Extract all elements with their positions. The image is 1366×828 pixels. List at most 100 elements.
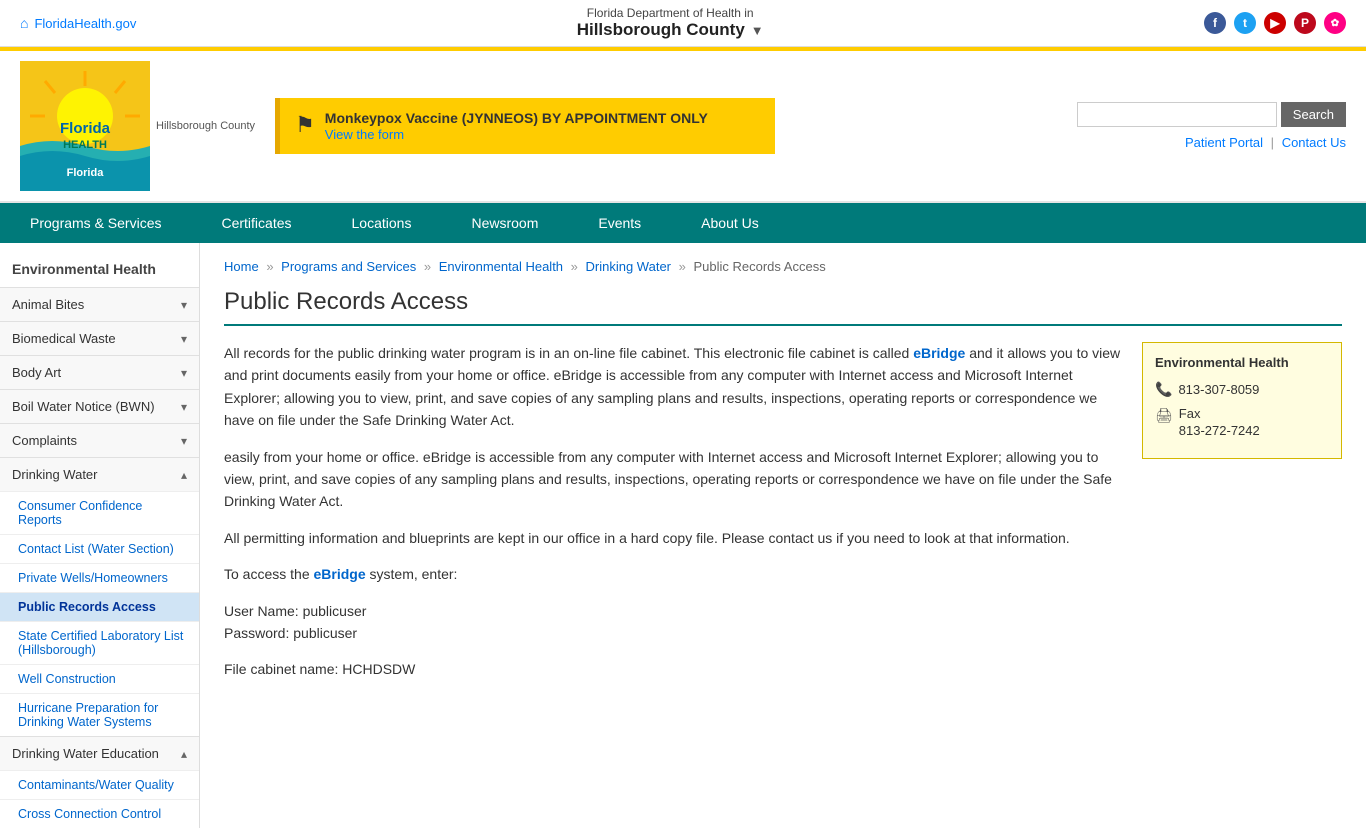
logo: Florida Florida HEALTH (20, 61, 150, 191)
search-button[interactable]: Search (1281, 102, 1346, 127)
flickr-icon[interactable]: ✿ (1324, 12, 1346, 34)
search-input[interactable] (1077, 102, 1277, 127)
nav-certificates[interactable]: Certificates (191, 203, 321, 243)
sidebar-item-contact-list[interactable]: Contact List (Water Section) (0, 534, 199, 563)
sidebar-title: Environmental Health (0, 253, 199, 287)
header-center: ⚑ Monkeypox Vaccine (JYNNEOS) BY APPOINT… (255, 98, 1077, 154)
sidebar: Environmental Health Animal Bites ▾ Biom… (0, 243, 200, 828)
nav-locations[interactable]: Locations (322, 203, 442, 243)
paragraph-2: easily from your home or office. eBridge… (224, 446, 1122, 513)
breadcrumb-drinking-water[interactable]: Drinking Water (586, 259, 671, 274)
nav-newsroom[interactable]: Newsroom (441, 203, 568, 243)
sidebar-item-private-wells[interactable]: Private Wells/Homeowners (0, 563, 199, 592)
sidebar-item-state-certified-lab[interactable]: State Certified Laboratory List (Hillsbo… (0, 621, 199, 664)
paragraph-1: All records for the public drinking wate… (224, 342, 1122, 432)
pinterest-icon[interactable]: P (1294, 12, 1316, 34)
sidebar-section-complaints: Complaints ▾ (0, 423, 199, 457)
file-cabinet: File cabinet name: HCHDSDW (224, 658, 1122, 680)
phone-row: 📞 813-307-8059 (1155, 380, 1329, 400)
sidebar-section-drinking-water: Drinking Water ▴ Consumer Confidence Rep… (0, 457, 199, 736)
logo-area: Florida Florida HEALTH Hillsborough Coun… (20, 61, 255, 191)
paragraph-4: To access the eBridge system, enter: (224, 563, 1122, 585)
drinking-water-education-sub-items: Contaminants/Water Quality Cross Connect… (0, 770, 199, 828)
main-nav: Programs & Services Certificates Locatio… (0, 203, 1366, 243)
main-text-area: All records for the public drinking wate… (224, 342, 1122, 695)
chevron-down-icon: ▾ (181, 400, 187, 414)
side-info-box: Environmental Health 📞 813-307-8059 🖨 Fa… (1142, 342, 1342, 459)
chevron-down-icon: ▾ (181, 298, 187, 312)
header-right: Search Patient Portal | Contact Us (1077, 102, 1346, 150)
twitter-icon[interactable]: t (1234, 12, 1256, 34)
sidebar-section-drinking-water-education: Drinking Water Education ▴ Contaminants/… (0, 736, 199, 828)
announcement-banner: ⚑ Monkeypox Vaccine (JYNNEOS) BY APPOINT… (275, 98, 775, 154)
top-bar-center: Florida Department of Health in Hillsbor… (577, 6, 764, 40)
sidebar-item-drinking-water[interactable]: Drinking Water ▴ (0, 458, 199, 491)
site-link[interactable]: FloridaHealth.gov (34, 16, 136, 31)
content-with-sidebar: All records for the public drinking wate… (224, 342, 1342, 695)
ebridge-link-1[interactable]: eBridge (913, 345, 965, 361)
sidebar-item-biomedical-waste[interactable]: Biomedical Waste ▾ (0, 322, 199, 355)
dropdown-arrow[interactable]: ▼ (751, 23, 764, 38)
header: Florida Florida HEALTH Hillsborough Coun… (0, 51, 1366, 203)
dept-prefix: Florida Department of Health in (577, 6, 764, 20)
sidebar-item-well-construction[interactable]: Well Construction (0, 664, 199, 693)
fax-number: 813-272-7242 (1179, 423, 1260, 438)
sidebar-item-contaminants[interactable]: Contaminants/Water Quality (0, 770, 199, 799)
sidebar-item-complaints[interactable]: Complaints ▾ (0, 424, 199, 457)
flag-icon: ⚑ (295, 112, 315, 138)
facebook-icon[interactable]: f (1204, 12, 1226, 34)
contact-us-link[interactable]: Contact Us (1282, 135, 1346, 150)
phone-number: 813-307-8059 (1178, 380, 1259, 400)
sidebar-item-consumer-confidence[interactable]: Consumer Confidence Reports (0, 491, 199, 534)
sidebar-item-drinking-water-education[interactable]: Drinking Water Education ▴ (0, 737, 199, 770)
phone-icon: 📞 (1155, 381, 1172, 398)
nav-programs-services[interactable]: Programs & Services (0, 203, 191, 243)
main-content: Home » Programs and Services » Environme… (200, 243, 1366, 828)
sidebar-item-hurricane-prep[interactable]: Hurricane Preparation for Drinking Water… (0, 693, 199, 736)
county-sub-label: Hillsborough County (156, 120, 255, 132)
sidebar-item-cross-connection[interactable]: Cross Connection Control (0, 799, 199, 828)
breadcrumb: Home » Programs and Services » Environme… (224, 259, 1342, 274)
breadcrumb-current: Public Records Access (693, 259, 825, 274)
top-bar-left: ⌂ FloridaHealth.gov (20, 15, 136, 31)
ebridge-link-2[interactable]: eBridge (314, 566, 366, 582)
breadcrumb-home[interactable]: Home (224, 259, 259, 274)
chevron-up-icon: ▴ (181, 468, 187, 482)
chevron-down-icon: ▾ (181, 332, 187, 346)
nav-events[interactable]: Events (568, 203, 671, 243)
side-box-title: Environmental Health (1155, 355, 1329, 370)
sidebar-section-body-art: Body Art ▾ (0, 355, 199, 389)
fax-icon: 🖨 (1155, 407, 1173, 424)
chevron-up-icon: ▴ (181, 747, 187, 761)
svg-text:Florida: Florida (67, 167, 105, 179)
county-name: Hillsborough County (577, 20, 745, 40)
chevron-down-icon: ▾ (181, 434, 187, 448)
sidebar-item-boil-water-notice[interactable]: Boil Water Notice (BWN) ▾ (0, 390, 199, 423)
drinking-water-sub-items: Consumer Confidence Reports Contact List… (0, 491, 199, 736)
sidebar-section-animal-bites: Animal Bites ▾ (0, 287, 199, 321)
announcement-link[interactable]: View the form (325, 127, 404, 142)
fax-row: 🖨 Fax 813-272-7242 (1155, 406, 1329, 441)
paragraph-3: All permitting information and blueprint… (224, 527, 1122, 549)
youtube-icon[interactable]: ▶ (1264, 12, 1286, 34)
sidebar-section-biomedical-waste: Biomedical Waste ▾ (0, 321, 199, 355)
search-box: Search (1077, 102, 1346, 127)
fax-label: Fax (1179, 406, 1201, 421)
patient-portal-link[interactable]: Patient Portal (1185, 135, 1263, 150)
announcement-title: Monkeypox Vaccine (JYNNEOS) BY APPOINTME… (325, 110, 708, 126)
social-icons: f t ▶ P ✿ (1204, 12, 1346, 34)
sidebar-item-public-records[interactable]: Public Records Access (0, 592, 199, 621)
content-area: Environmental Health Animal Bites ▾ Biom… (0, 243, 1366, 828)
header-links: Patient Portal | Contact Us (1185, 135, 1346, 150)
breadcrumb-env-health[interactable]: Environmental Health (439, 259, 563, 274)
home-icon: ⌂ (20, 15, 28, 31)
sidebar-item-animal-bites[interactable]: Animal Bites ▾ (0, 288, 199, 321)
nav-about-us[interactable]: About Us (671, 203, 789, 243)
svg-text:HEALTH: HEALTH (63, 139, 107, 151)
page-title: Public Records Access (224, 288, 1342, 326)
sidebar-item-body-art[interactable]: Body Art ▾ (0, 356, 199, 389)
svg-text:Florida: Florida (60, 120, 111, 137)
breadcrumb-programs[interactable]: Programs and Services (281, 259, 416, 274)
chevron-down-icon: ▾ (181, 366, 187, 380)
credentials: User Name: publicuser Password: publicus… (224, 600, 1122, 645)
